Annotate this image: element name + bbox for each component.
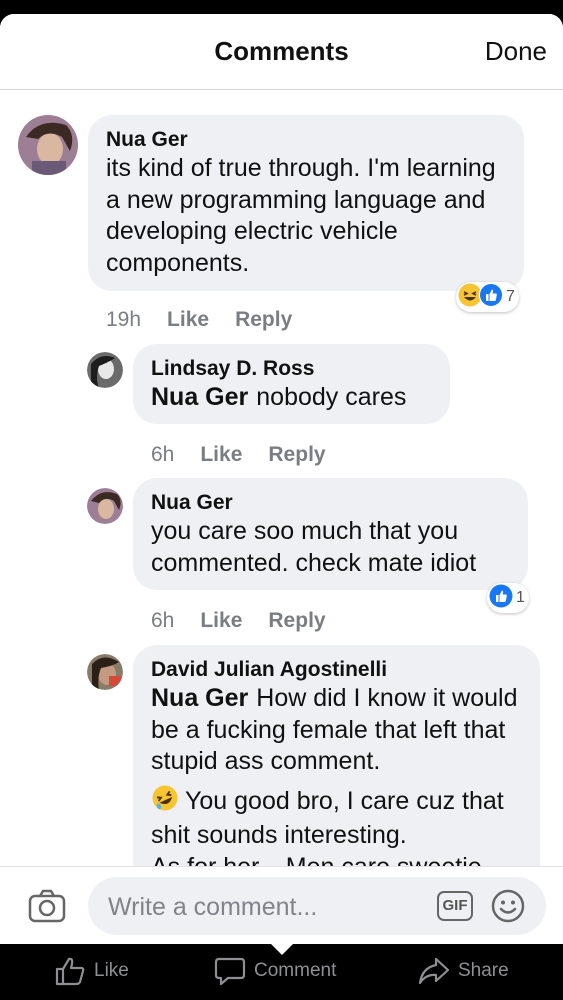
- like-tab-label: Like: [94, 960, 129, 981]
- reply-button[interactable]: Reply: [235, 308, 292, 331]
- like-tab[interactable]: Like: [54, 956, 129, 986]
- comment-author[interactable]: Nua Ger: [106, 127, 506, 153]
- emoji-icon[interactable]: [491, 889, 525, 928]
- mention-tag[interactable]: Nua Ger: [151, 383, 248, 411]
- comment-text-body: nobody cares: [256, 383, 407, 411]
- comment-icon: [214, 957, 246, 986]
- camera-icon[interactable]: [28, 889, 66, 928]
- reaction-count: 1: [516, 589, 525, 606]
- comment-meta: 6h Like Reply: [151, 443, 352, 467]
- rofl-emoji-icon: [151, 784, 179, 821]
- comment-text: Nua Ger nobody cares: [151, 382, 432, 414]
- comment-text: Nua Ger How did I know it would be a fuck…: [151, 683, 522, 778]
- avatar[interactable]: [87, 654, 123, 690]
- reply-button[interactable]: Reply: [268, 609, 325, 632]
- comment-tab-label: Comment: [254, 960, 337, 981]
- comment-author[interactable]: David Julian Agostinelli: [151, 657, 522, 683]
- comments-sheet: Comments Done Nua Ger its kind of true t…: [0, 14, 563, 944]
- share-tab-label: Share: [458, 960, 509, 981]
- reaction-count: 7: [506, 288, 515, 305]
- comment-author[interactable]: Nua Ger: [151, 490, 510, 516]
- like-button[interactable]: Like: [200, 443, 242, 466]
- avatar[interactable]: [18, 115, 78, 175]
- thumbs-up-icon: [55, 957, 85, 986]
- sheet-pointer: [271, 944, 293, 955]
- comment-tab[interactable]: Comment: [214, 956, 336, 986]
- comment-bubble[interactable]: Nua Ger you care soo much that you comme…: [133, 478, 528, 590]
- share-icon: [418, 957, 450, 985]
- like-button[interactable]: Like: [167, 308, 209, 331]
- comment-bubble[interactable]: Nua Ger its kind of true through. I'm le…: [88, 115, 524, 291]
- comment-time: 6h: [151, 609, 175, 632]
- comment-composer: Write a comment... GIF: [0, 866, 563, 944]
- comment-text-continued: As for her... Men care sweetie: [151, 852, 522, 867]
- avatar[interactable]: [87, 352, 123, 388]
- comments-header: Comments Done: [0, 14, 563, 90]
- page-title: Comments: [214, 36, 349, 66]
- comment-time: 6h: [151, 443, 175, 466]
- comment-bubble[interactable]: Lindsay D. Ross Nua Ger nobody cares: [133, 344, 450, 424]
- comment-input[interactable]: Write a comment...: [88, 877, 546, 935]
- comment-time: 19h: [106, 308, 142, 331]
- comment-text-continued: You good bro, I care cuz that shit sound…: [151, 784, 522, 852]
- comment-text: its kind of true through. I'm learning a…: [106, 154, 496, 277]
- done-button[interactable]: Done: [485, 36, 547, 67]
- reaction-summary[interactable]: 1: [487, 583, 529, 613]
- comment-meta: 6h Like Reply: [151, 609, 352, 633]
- avatar[interactable]: [87, 488, 123, 524]
- status-bar: [0, 0, 563, 14]
- comment-list[interactable]: Nua Ger its kind of true through. I'm le…: [0, 91, 563, 866]
- comment-text: you care soo much that you commented. ch…: [151, 517, 477, 577]
- like-reaction-icon: [489, 584, 513, 613]
- mention-tag[interactable]: Nua Ger: [151, 684, 248, 712]
- share-tab[interactable]: Share: [418, 956, 509, 986]
- gif-button[interactable]: GIF: [437, 891, 473, 921]
- like-reaction-icon: [479, 282, 503, 312]
- comment-text-body: You good bro, I care cuz that shit sound…: [151, 786, 504, 850]
- reply-button[interactable]: Reply: [268, 443, 325, 466]
- comment-meta: 19h Like Reply: [106, 308, 318, 332]
- reaction-summary[interactable]: 7: [456, 282, 519, 312]
- comment-bubble[interactable]: David Julian Agostinelli Nua Ger How did …: [133, 645, 540, 866]
- like-button[interactable]: Like: [200, 609, 242, 632]
- comment-author[interactable]: Lindsay D. Ross: [151, 356, 432, 382]
